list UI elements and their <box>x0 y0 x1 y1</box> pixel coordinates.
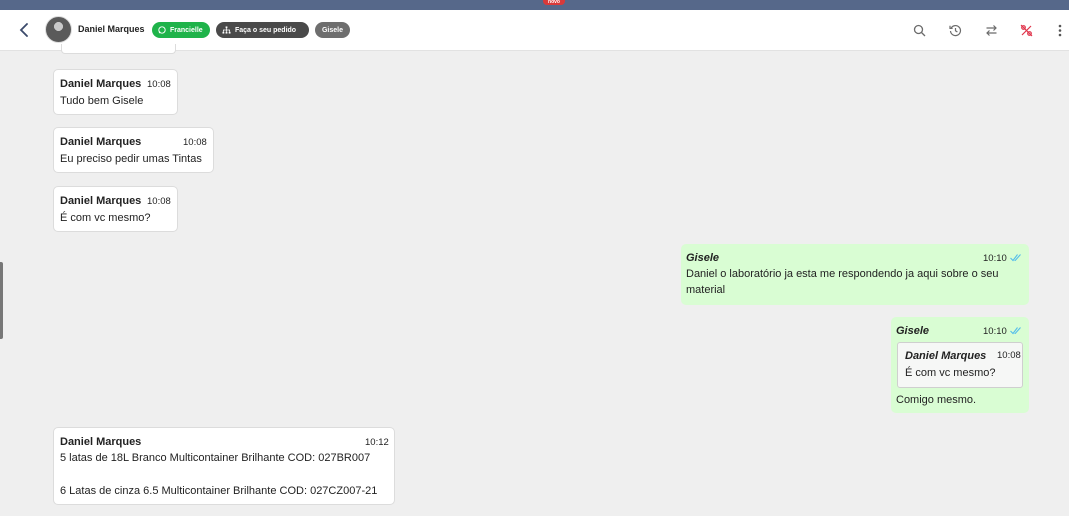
message-bubble-outgoing[interactable]: Gisele 10:10 Daniel Marques 10:08 É com … <box>891 317 1029 413</box>
back-arrow-icon <box>19 23 28 37</box>
double-check-icon <box>1010 327 1021 335</box>
message-time: 10:10 <box>983 326 1007 337</box>
double-check-icon <box>1010 254 1021 262</box>
search-icon <box>913 24 925 36</box>
quoted-author: Daniel Marques <box>905 350 987 362</box>
message-author: Daniel Marques <box>60 78 142 90</box>
whatsapp-tag-label: Francielle <box>170 26 203 34</box>
message-text: É com vc mesmo? <box>60 212 151 224</box>
message-time: 10:10 <box>983 253 1007 264</box>
message-bubble-incoming[interactable]: Daniel Marques 10:08 Tudo bem Gisele <box>53 69 178 115</box>
quoted-time: 10:08 <box>997 350 1021 361</box>
message-time: 10:08 <box>147 79 171 90</box>
message-author: Gisele <box>686 252 720 264</box>
message-bubble-incoming[interactable]: Daniel Marques 10:08 Eu preciso pedir um… <box>53 127 214 173</box>
back-button[interactable] <box>14 20 34 40</box>
order-tag-label: Faça o seu pedido <box>235 26 297 34</box>
agent-tag[interactable]: Gisele <box>315 22 350 38</box>
history-button[interactable] <box>946 21 964 39</box>
message-time: 10:08 <box>183 137 207 148</box>
message-time: 10:08 <box>147 196 171 207</box>
message-text: Comigo mesmo. <box>896 394 977 406</box>
message-author: Daniel Marques <box>60 436 142 448</box>
message-text: 6 Latas de cinza 6.5 Multicontainer Bril… <box>60 485 378 497</box>
whatsapp-icon <box>158 26 166 34</box>
sitemap-icon <box>222 26 231 34</box>
order-tag[interactable]: Faça o seu pedido <box>216 22 309 38</box>
message-bubble-incoming[interactable]: Daniel Marques 10:08 É com vc mesmo? <box>53 186 178 232</box>
message-bubble-outgoing[interactable]: Gisele 10:10 Daniel o laboratório ja est… <box>681 244 1029 305</box>
more-vertical-icon <box>1058 24 1062 36</box>
message-text: Eu preciso pedir umas Tintas <box>60 153 202 165</box>
message-text: Daniel o laboratório ja esta me responde… <box>686 268 999 280</box>
top-strip: novo <box>0 0 1069 10</box>
transfer-button[interactable] <box>982 21 1000 39</box>
more-options-button[interactable] <box>1054 21 1066 39</box>
avatar[interactable] <box>45 16 72 43</box>
transfer-icon <box>985 24 997 36</box>
message-author: Daniel Marques <box>60 136 142 148</box>
search-button[interactable] <box>910 21 928 39</box>
message-text: material <box>686 284 726 296</box>
history-icon <box>948 24 961 36</box>
message-text: Tudo bem Gisele <box>60 95 144 107</box>
agent-tag-label: Gisele <box>321 26 343 34</box>
contact-name[interactable]: Daniel Marques <box>78 24 145 34</box>
whatsapp-connection-tag[interactable]: Francielle <box>152 22 210 38</box>
message-bubble-partial <box>61 44 176 54</box>
message-author: Gisele <box>896 325 930 337</box>
message-text: 5 latas de 18L Branco Multicontainer Bri… <box>60 452 371 464</box>
quoted-message[interactable]: Daniel Marques 10:08 É com vc mesmo? <box>897 342 1023 388</box>
quoted-text: É com vc mesmo? <box>905 367 996 379</box>
message-bubble-incoming[interactable]: Daniel Marques 10:12 5 latas de 18L Bran… <box>53 427 395 505</box>
message-time: 10:12 <box>365 437 389 448</box>
message-author: Daniel Marques <box>60 195 142 207</box>
percent-off-icon <box>1020 24 1032 36</box>
discount-off-button[interactable] <box>1017 21 1035 39</box>
new-badge: novo <box>543 0 565 5</box>
panel-resize-handle[interactable] <box>0 262 3 339</box>
